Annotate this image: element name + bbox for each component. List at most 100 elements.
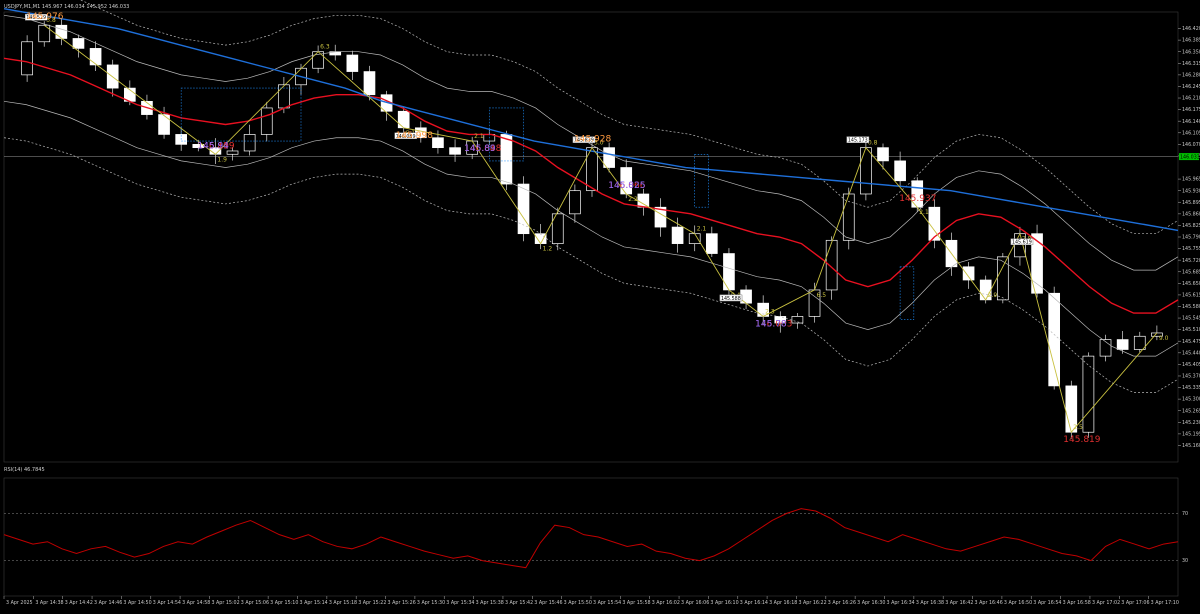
candle-bear [432,137,444,149]
x-tick-label: 3 Apr 15:42 [505,600,533,606]
candle-bear [89,48,102,66]
x-tick-label: 3 Apr 15:06 [241,600,269,606]
x-tick-label: 3 Apr 15:50 [564,600,592,606]
candle-bear [346,54,359,72]
y-tick-label: 146.175 [1182,107,1200,113]
y-tick-label: 145.790 [1182,235,1200,241]
chart-window[interactable]: USDJPY,M1,M1 145.967 146.034 145.952 146… [0,0,1200,610]
candle-bear [500,134,513,185]
x-tick-label: 3 Apr 15:46 [534,600,562,606]
candle-bear [158,114,170,135]
y-tick-label: 145.510 [1182,327,1200,333]
candle-bear [962,266,975,281]
y-tick-label: 145.615 [1182,293,1200,299]
candle-bear [894,160,906,182]
x-tick-label: 3 Apr 16:34 [887,600,915,606]
candle-bull [1133,335,1146,350]
zigzag-label: 2.3 [765,308,775,315]
candle-bear [72,38,85,49]
candle-bull [825,239,838,291]
price-label-purple: 145.89 [464,144,496,154]
y-tick-label: 145.195 [1182,431,1200,437]
y-tick-label: 145.860 [1182,211,1200,217]
x-tick-label: 3 Apr 16:10 [710,600,738,606]
x-tick-label: 3 Apr 14:54 [153,600,181,606]
price-label-orange: 145.976 [26,12,63,22]
y-tick-label: 146.280 [1182,72,1200,78]
x-tick-label: 3 Apr 15:54 [593,600,621,606]
candle-bull [21,41,33,76]
x-tick-label: 3 Apr 15:18 [329,600,357,606]
y-tick-label: 146.245 [1182,84,1200,90]
y-tick-label: 146.070 [1182,142,1200,148]
zigzag-label: 2.5 [1073,424,1083,431]
zigzag-label: 0.8 [868,140,878,147]
x-tick-label: 3 Apr 16:02 [652,600,680,606]
price-label-white: 145.588 [721,296,741,302]
x-tick-label: 3 Apr 16:38 [916,600,944,606]
candle-bull [1082,355,1095,433]
y-tick-label: 145.475 [1182,339,1200,345]
zigzag-label: 2.2 [628,196,638,203]
x-tick-label: 3 Apr 15:30 [417,600,445,606]
y-tick-label: 146.420 [1182,26,1200,32]
candle-bear [363,71,376,96]
y-tick-label: 145.265 [1182,408,1200,414]
x-tick-label: 3 Apr 17:10 [1151,600,1179,606]
x-tick-label: 3 Apr 15:58 [622,600,650,606]
candle-bull [243,134,256,152]
zigzag-label: 2.1 [474,133,484,140]
candle-bear [603,147,615,168]
candle-bull [842,193,855,241]
x-tick-label: 3 Apr 16:18 [769,600,797,606]
y-tick-label: 145.230 [1182,420,1200,426]
x-tick-label: 3 Apr 16:06 [681,600,709,606]
x-tick-label: 3 Apr 16:42 [945,600,973,606]
zigzag-label: 6.3 [320,44,330,51]
candle-bear [1116,339,1129,350]
price-label-purple: 145.78 [755,319,787,329]
candle-bull [260,107,273,135]
candle-bear [877,147,889,162]
zigzag-label: 1.2 [543,246,553,253]
zigzag-label: 6.5 [817,292,827,299]
candle-bear [449,147,461,155]
price-label-white: 145.173 [848,138,868,144]
current-price-label: 146.033 [1180,154,1200,160]
price-label-red: 145.819 [1063,435,1100,445]
rsi-level-label: 30 [1182,558,1188,564]
price-label-purple: 145.825 [608,181,645,191]
x-tick-label: 3 Apr 17:06 [1121,600,1149,606]
y-tick-label: 145.825 [1182,223,1200,229]
price-label-white: 145.619 [1012,240,1032,246]
zigzag-label: 2.9 [988,292,998,299]
x-tick-label: 3 Apr 16:14 [740,600,768,606]
x-tick-label: 3 Apr 15:22 [358,600,386,606]
candle-bull [688,233,701,244]
rsi-label: RSI(14) 46.7845 [4,467,45,473]
price-label-purple: 145.94 [197,141,229,151]
price-label-orange: 145.928 [574,135,611,145]
x-tick-label: 3 Apr 16:30 [857,600,885,606]
candle-bear [637,193,650,208]
x-tick-label: 3 Apr 14:58 [182,600,210,606]
y-tick-label: 146.210 [1182,96,1200,102]
x-tick-label: 3 Apr 14:38 [35,600,63,606]
y-tick-label: 146.105 [1182,130,1200,136]
x-tick-label: 3 Apr 16:58 [1063,600,1091,606]
price-label-red: 145.937 [899,194,936,204]
candle-bull [226,150,239,155]
candle-bear [517,183,530,235]
zigzag-label: 2.1 [697,226,707,233]
y-tick-label: 145.895 [1182,200,1200,206]
candle-bear [705,233,718,254]
candle-bear [1048,292,1061,387]
y-tick-label: 145.300 [1182,397,1200,403]
candle-bear [740,289,752,304]
y-tick-label: 145.405 [1182,362,1200,368]
chart-canvas[interactable]: USDJPY,M1,M1 145.967 146.034 145.952 146… [0,0,1200,610]
x-tick-label: 3 Apr 16:50 [1004,600,1032,606]
zigzag-label: 1.9 [217,156,227,163]
x-tick-label: 3 Apr 16:22 [798,600,826,606]
x-tick-label: 3 Apr 15:34 [446,600,474,606]
